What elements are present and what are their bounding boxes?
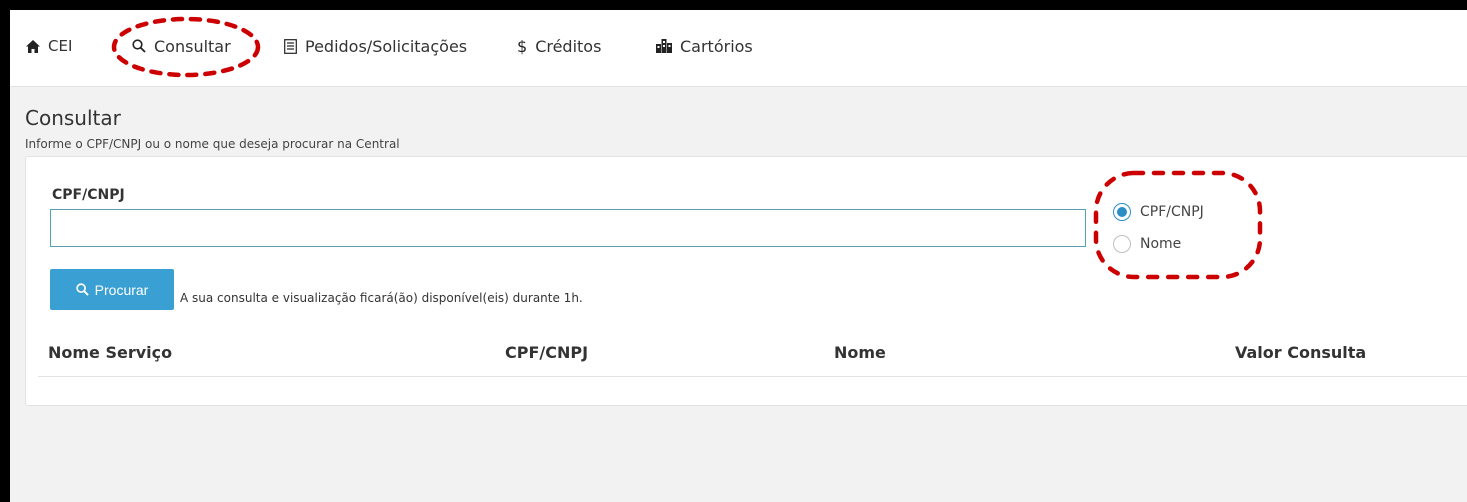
search-panel: CPF/CNPJ CPF/CNPJ Nome Procurar A sua co… [25, 156, 1467, 406]
nav-item-label: Cartórios [680, 36, 753, 56]
column-header-cpf-cnpj[interactable]: CPF/CNPJ [505, 343, 588, 362]
search-icon [132, 39, 146, 53]
column-header-nome[interactable]: Nome [834, 343, 886, 362]
page-subtitle: Informe o CPF/CNPJ ou o nome que deseja … [25, 137, 400, 151]
radio-nome[interactable]: Nome [1113, 233, 1181, 255]
retention-hint: A sua consulta e visualização ficará(ão)… [180, 291, 583, 305]
dollar-icon: $ [517, 36, 528, 56]
nav-item-label: CEI [48, 37, 73, 55]
cpf-cnpj-input[interactable] [50, 209, 1086, 247]
nav-item-cartorios[interactable]: Cartórios [656, 34, 753, 58]
home-icon [26, 39, 40, 53]
radio-label: Nome [1140, 236, 1182, 252]
nav-item-cei[interactable]: CEI [26, 34, 72, 58]
app-frame: CEI Consultar Pedidos/Solicitações $ Cré… [10, 10, 1467, 502]
page-title: Consultar [25, 106, 121, 130]
nav-item-consultar[interactable]: Consultar [132, 34, 231, 58]
highlight-annotation-radios [1093, 170, 1263, 280]
buildings-icon [656, 39, 672, 53]
table-divider [38, 376, 1467, 377]
nav-item-pedidos[interactable]: Pedidos/Solicitações [284, 34, 467, 58]
column-header-valor-consulta[interactable]: Valor Consulta [1235, 343, 1366, 362]
nav-item-label: Créditos [535, 36, 602, 56]
top-navbar: CEI Consultar Pedidos/Solicitações $ Cré… [10, 10, 1467, 87]
column-header-nome-servico[interactable]: Nome Serviço [48, 343, 172, 362]
radio-button-checked[interactable] [1113, 203, 1131, 221]
search-icon [75, 283, 89, 296]
nav-item-label: Pedidos/Solicitações [305, 36, 468, 56]
nav-item-creditos[interactable]: $ Créditos [517, 34, 601, 58]
radio-label: CPF/CNPJ [1140, 204, 1204, 220]
search-button-label: Procurar [94, 281, 149, 298]
radio-cpf-cnpj[interactable]: CPF/CNPJ [1113, 201, 1204, 223]
search-button[interactable]: Procurar [50, 269, 174, 310]
radio-button[interactable] [1113, 235, 1131, 253]
nav-item-label: Consultar [154, 36, 231, 56]
document-list-icon [284, 38, 297, 54]
cpf-cnpj-label: CPF/CNPJ [52, 187, 125, 203]
